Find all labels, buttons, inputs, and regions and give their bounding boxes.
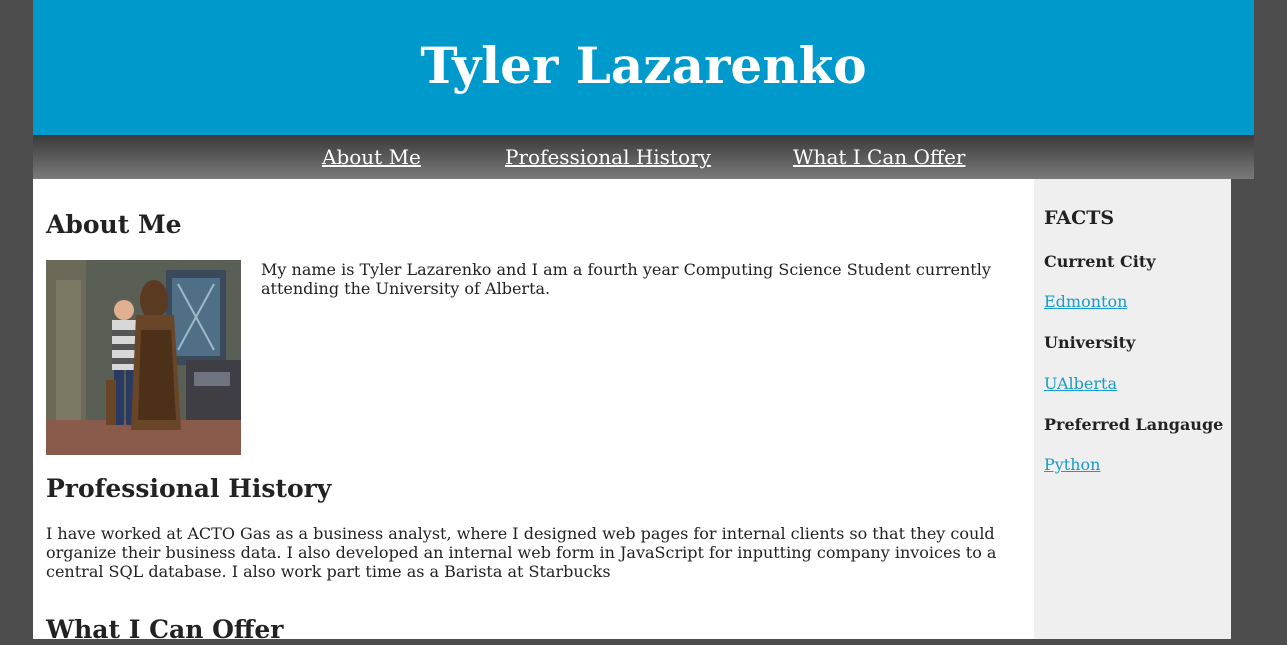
about-me-text: My name is Tyler Lazarenko and I am a fo… (261, 260, 991, 298)
main-content: About Me My name is Tyler Lazarenko and … (33, 179, 1034, 644)
about-me-heading: About Me (46, 210, 182, 239)
nav-link-about-me[interactable]: About Me (322, 145, 421, 169)
professional-history-heading: Professional History (46, 474, 332, 503)
fact-link-python[interactable]: Python (1044, 455, 1100, 475)
professional-history-text: I have worked at ACTO Gas as a business … (46, 524, 997, 581)
main-nav: About Me Professional History What I Can… (33, 135, 1254, 179)
nav-link-professional-history[interactable]: Professional History (505, 145, 711, 169)
site-title: Tyler Lazarenko (420, 35, 867, 95)
fact-link-ualberta[interactable]: UAlberta (1044, 374, 1117, 394)
fact-label-current-city: Current City (1044, 252, 1156, 271)
facts-sidebar: FACTS Current City Edmonton University U… (1034, 179, 1231, 639)
nav-link-what-i-can-offer[interactable]: What I Can Offer (793, 145, 965, 169)
facts-title: FACTS (1044, 207, 1115, 229)
page: Tyler Lazarenko About Me Professional Hi… (33, 0, 1254, 644)
what-i-can-offer-heading: What I Can Offer (46, 615, 284, 644)
fact-link-edmonton[interactable]: Edmonton (1044, 292, 1127, 312)
site-header: Tyler Lazarenko (33, 0, 1254, 135)
fact-label-university: University (1044, 333, 1136, 352)
profile-photo (46, 260, 241, 455)
fact-label-preferred-language: Preferred Langauge (1044, 415, 1224, 434)
